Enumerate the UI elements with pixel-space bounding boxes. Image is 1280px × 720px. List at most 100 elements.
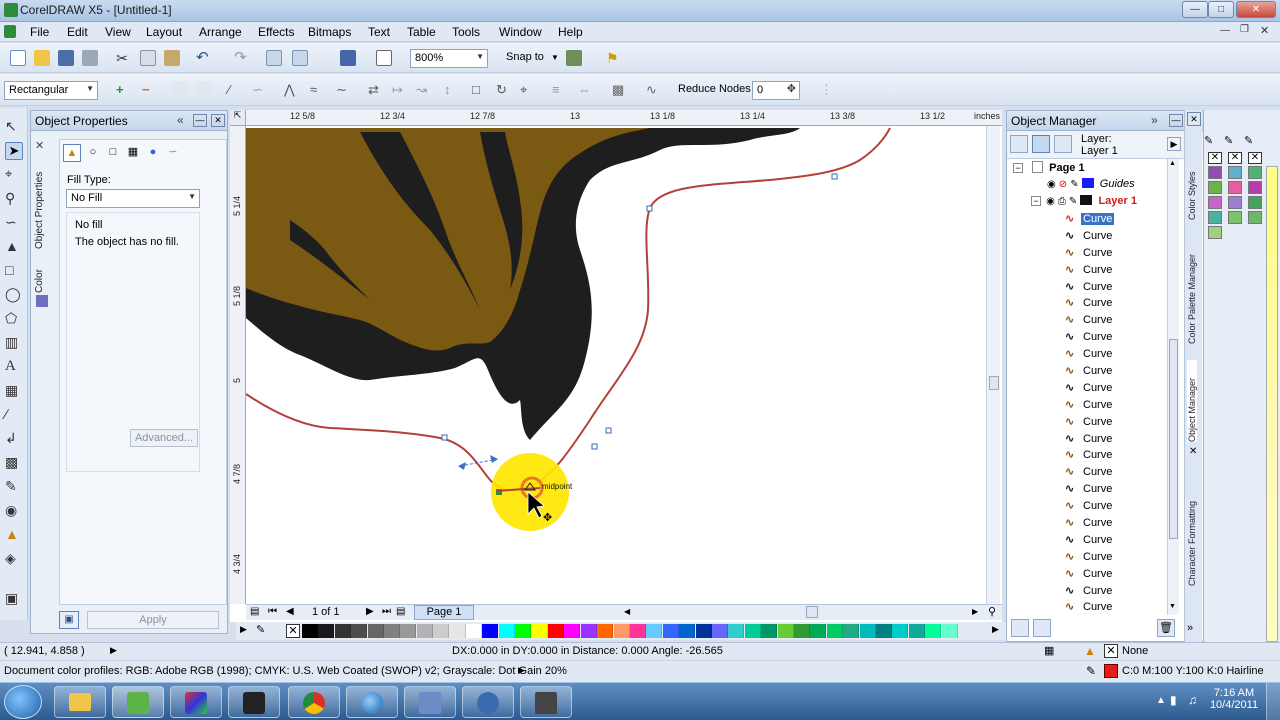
- align-nodes-icon[interactable]: ≡: [552, 82, 568, 98]
- spin-button[interactable]: ✥: [787, 82, 796, 95]
- tab-page-1[interactable]: Page 1: [414, 605, 474, 620]
- save-icon[interactable]: [58, 50, 74, 66]
- outline-tab-icon[interactable]: ○: [84, 144, 102, 162]
- close-docker-button[interactable]: ✕: [211, 114, 225, 127]
- palette-scroll-left-icon[interactable]: ▶: [240, 624, 247, 635]
- tree-row-curve[interactable]: ∿ Curve: [1065, 447, 1165, 464]
- horizontal-ruler[interactable]: 12 5/8 12 3/4 12 7/8 13 13 1/8 13 1/4 13…: [246, 110, 1002, 126]
- tree-row-curve[interactable]: ∿ Curve: [1065, 599, 1165, 615]
- palette-swatch[interactable]: [416, 624, 433, 638]
- palette-swatch[interactable]: [597, 624, 614, 638]
- symmetrical-node-icon[interactable]: ∼: [336, 82, 352, 98]
- application-launcher-icon[interactable]: [340, 50, 356, 66]
- taskbar-coreldraw[interactable]: [112, 686, 164, 718]
- dimension-tool-icon[interactable]: ∕: [5, 406, 23, 424]
- curve-node[interactable]: [441, 434, 448, 441]
- palette-swatch[interactable]: [761, 624, 778, 638]
- cut-icon[interactable]: ✂: [114, 50, 130, 66]
- tree-row-curve[interactable]: ∿ Curve: [1065, 464, 1165, 481]
- reduce-nodes-input[interactable]: 0 ✥: [752, 81, 800, 100]
- extend-curve-icon[interactable]: ↦: [392, 82, 408, 98]
- break-curve-icon[interactable]: [196, 82, 212, 98]
- tab-color-styles[interactable]: Color Styles: [1187, 156, 1197, 220]
- palette-swatch[interactable]: [400, 624, 417, 638]
- tab-color[interactable]: Color: [34, 263, 45, 293]
- menu-view[interactable]: View: [105, 25, 131, 39]
- new-master-layer-icon[interactable]: [1033, 619, 1051, 637]
- palette-swatch[interactable]: [1228, 181, 1242, 194]
- copy-icon[interactable]: [140, 50, 156, 66]
- freehand-tool-icon[interactable]: ∽: [5, 214, 23, 232]
- palette-swatch[interactable]: [367, 624, 384, 638]
- outline-pen-tool-icon[interactable]: ◉: [5, 502, 23, 520]
- blend-tool-icon[interactable]: ▩: [5, 454, 23, 472]
- ellipse-tool-icon[interactable]: ◯: [5, 286, 23, 304]
- printer-icon[interactable]: ⎙: [1058, 196, 1066, 207]
- tree-scroll-thumb[interactable]: [1169, 339, 1178, 539]
- welcome-screen-icon[interactable]: ⚑: [606, 50, 622, 66]
- advanced-button[interactable]: Advanced...: [130, 429, 198, 447]
- edit-across-layers-icon[interactable]: [1032, 135, 1050, 153]
- eyedropper-icon[interactable]: ✎: [1204, 134, 1213, 147]
- profiles-expand-icon[interactable]: ▶: [518, 665, 525, 676]
- palette-swatch[interactable]: [843, 624, 860, 638]
- scroll-up-icon[interactable]: ▲: [1169, 160, 1176, 167]
- minimize-docker-button[interactable]: —: [193, 114, 207, 127]
- print-disabled-icon[interactable]: ⊘: [1059, 179, 1067, 190]
- palette-swatch[interactable]: [531, 624, 548, 638]
- ruler-origin-icon[interactable]: ⇱: [230, 110, 246, 126]
- interactive-fill-tool-icon[interactable]: ◈: [5, 550, 23, 568]
- menu-arrange[interactable]: Arrange: [199, 25, 242, 39]
- palette-swatch[interactable]: [925, 624, 942, 638]
- tree-row-curve[interactable]: ∿ Curve: [1065, 481, 1165, 498]
- smart-fill-tool-icon[interactable]: ▲: [5, 238, 23, 256]
- palette-swatch[interactable]: [1248, 196, 1262, 209]
- tree-row-curve[interactable]: ∿ Curve: [1065, 329, 1165, 346]
- show-hidden-icons-icon[interactable]: ▲: [1156, 695, 1166, 706]
- shape-tool-icon[interactable]: ➤: [5, 142, 23, 160]
- control-handle-arrow[interactable]: [490, 455, 498, 463]
- palette-scroll-right-icon[interactable]: ▶: [992, 624, 999, 635]
- palette-swatch[interactable]: [1208, 181, 1222, 194]
- menu-file[interactable]: File: [30, 25, 49, 39]
- fill-tool-icon[interactable]: ▲: [5, 526, 23, 544]
- palette-swatch[interactable]: [580, 624, 597, 638]
- new-document-icon[interactable]: [10, 50, 26, 66]
- palette-swatch[interactable]: [695, 624, 712, 638]
- crop-tool-icon[interactable]: ⌖: [5, 166, 23, 184]
- doc-restore-button[interactable]: ❐: [1240, 24, 1249, 35]
- menu-tools[interactable]: Tools: [452, 25, 480, 39]
- fill-type-select[interactable]: No Fill ▼: [66, 189, 200, 208]
- menu-bitmaps[interactable]: Bitmaps: [308, 25, 351, 39]
- tree-row-page[interactable]: − Page 1: [1013, 161, 1085, 178]
- palette-swatch[interactable]: [859, 624, 876, 638]
- fill-tab-icon[interactable]: ▲: [63, 144, 81, 162]
- menu-layout[interactable]: Layout: [146, 25, 182, 39]
- palette-swatch[interactable]: [728, 624, 745, 638]
- curve-tab-icon[interactable]: ∽: [164, 144, 182, 162]
- taskbar-network[interactable]: [404, 686, 456, 718]
- tree-row-curve[interactable]: ∿ Curve: [1065, 279, 1165, 296]
- close-button[interactable]: ✕: [1236, 1, 1276, 18]
- palette-swatch[interactable]: [449, 624, 466, 638]
- basic-shapes-tool-icon[interactable]: ▥: [5, 334, 23, 352]
- internet-tab-icon[interactable]: ●: [144, 144, 162, 162]
- palette-swatch[interactable]: [318, 624, 335, 638]
- tree-scrollbar[interactable]: ▲ ▼: [1167, 159, 1179, 615]
- palette-swatch[interactable]: [1248, 181, 1262, 194]
- document-icon[interactable]: [4, 25, 16, 38]
- delete-icon[interactable]: 🗑: [1157, 619, 1175, 637]
- menu-table[interactable]: Table: [407, 25, 436, 39]
- no-color-swatch[interactable]: ✕: [1248, 152, 1262, 164]
- first-page-icon[interactable]: ⏮: [268, 606, 277, 617]
- palette-swatch[interactable]: [1208, 226, 1222, 239]
- docker-close-x-icon[interactable]: ✕: [35, 139, 44, 152]
- color-profiles-text[interactable]: Document color profiles: RGB: Adobe RGB …: [4, 665, 567, 677]
- palette-swatch[interactable]: [433, 624, 450, 638]
- palette-swatch[interactable]: [941, 624, 958, 638]
- palette-swatch[interactable]: [1228, 196, 1242, 209]
- collapse-toggle-icon[interactable]: −: [1013, 163, 1023, 173]
- minimize-button[interactable]: —: [1182, 1, 1208, 18]
- palette-swatch[interactable]: [679, 624, 696, 638]
- palette-swatch[interactable]: [1248, 166, 1262, 179]
